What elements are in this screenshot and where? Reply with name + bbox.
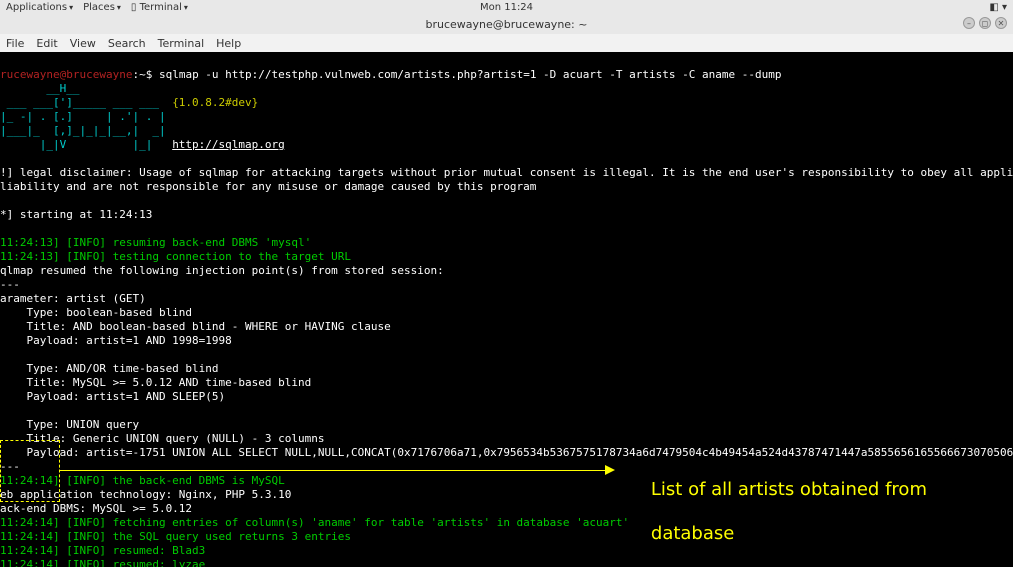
menu-search[interactable]: Search	[108, 37, 146, 50]
log-line: 11:24:14] [INFO] the SQL query used retu…	[0, 530, 351, 543]
window-titlebar[interactable]: brucewayne@brucewayne: ~ – ◻ ✕	[0, 14, 1013, 34]
highlight-box	[0, 440, 60, 502]
menu-file[interactable]: File	[6, 37, 24, 50]
prompt-user: rucewayne@brucewayne	[0, 68, 132, 81]
menu-view[interactable]: View	[70, 37, 96, 50]
terminal-menubar: File Edit View Search Terminal Help	[0, 34, 1013, 52]
log-line: 11:24:13] [INFO] testing connection to t…	[0, 250, 351, 263]
terminal-output[interactable]: rucewayne@brucewayne:~$ sqlmap -u http:/…	[0, 52, 1013, 567]
menu-edit[interactable]: Edit	[36, 37, 57, 50]
applications-menu[interactable]: Applications	[6, 2, 73, 13]
places-menu[interactable]: Places	[83, 2, 121, 13]
clock[interactable]: Mon 11:24	[480, 2, 533, 13]
command-line: sqlmap -u http://testphp.vulnweb.com/art…	[159, 68, 782, 81]
menu-help[interactable]: Help	[216, 37, 241, 50]
log-line: 11:24:13] [INFO] resuming back-end DBMS …	[0, 236, 311, 249]
window-title: brucewayne@brucewayne: ~	[426, 18, 588, 31]
starting-line: *] starting at 11:24:13	[0, 208, 152, 221]
terminal-indicator[interactable]: ▯ Terminal	[131, 2, 188, 13]
menu-terminal[interactable]: Terminal	[158, 37, 205, 50]
log-line: 11:24:14] [INFO] resumed: Blad3	[0, 544, 205, 557]
tray[interactable]: ◧ ▾	[989, 2, 1007, 13]
sqlmap-ascii: __H__	[0, 82, 79, 95]
maximize-button[interactable]: ◻	[979, 17, 991, 29]
sqlmap-version: {1.0.8.2#dev}	[172, 96, 258, 109]
minimize-button[interactable]: –	[963, 17, 975, 29]
close-button[interactable]: ✕	[995, 17, 1007, 29]
annotation-arrow	[60, 470, 605, 471]
log-line: qlmap resumed the following injection po…	[0, 264, 444, 277]
sqlmap-url-link[interactable]: http://sqlmap.org	[172, 138, 285, 151]
annotation-text: List of all artists obtained from databa…	[628, 457, 927, 567]
desktop-topbar: Applications Places ▯ Terminal Mon 11:24…	[0, 0, 1013, 14]
log-line: 11:24:14] [INFO] resumed: lyzae	[0, 558, 205, 567]
log-line: 11:24:14] [INFO] fetching entries of col…	[0, 516, 629, 529]
annotation-arrow-head	[605, 465, 615, 475]
parameter-line: arameter: artist (GET)	[0, 292, 146, 305]
disclaimer-text: !] legal disclaimer: Usage of sqlmap for…	[0, 166, 1013, 193]
